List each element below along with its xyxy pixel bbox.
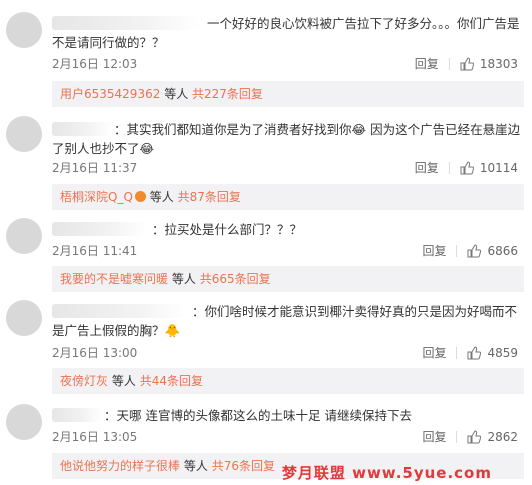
- reply-button[interactable]: 回复: [422, 242, 446, 259]
- like-button[interactable]: 10114: [460, 161, 518, 175]
- reply-user-link[interactable]: 我要的不是嘘寒问暖: [60, 272, 168, 286]
- reply-count-link[interactable]: 共87条回复: [178, 190, 241, 204]
- like-button[interactable]: 4859: [467, 346, 518, 360]
- reply-button[interactable]: 回复: [415, 159, 439, 176]
- reply-user-link[interactable]: 用户6535429362: [60, 87, 160, 101]
- reply-user-link[interactable]: 梧桐深院Q_Q: [60, 190, 133, 204]
- comment-time: 2月16日 12:03: [52, 57, 138, 71]
- comment-actions: 回复 18303: [415, 55, 518, 72]
- avatar[interactable]: [6, 218, 42, 254]
- comment-text: ：天哪 连官博的头像都这么的土味十足 请继续保持下去: [104, 408, 412, 423]
- like-button[interactable]: 2862: [467, 430, 518, 444]
- like-button[interactable]: 18303: [460, 57, 518, 71]
- reply-summary[interactable]: 用户6535429362 等人 共227条回复: [52, 81, 524, 107]
- fan-badge-icon: [134, 191, 146, 202]
- divider: [456, 244, 458, 257]
- thumbs-up-icon: [467, 345, 482, 359]
- comment-actions: 回复 10114: [415, 159, 518, 176]
- comment-actions: 回复 2862: [422, 428, 518, 445]
- avatar[interactable]: [6, 116, 42, 152]
- like-button[interactable]: 6866: [467, 244, 518, 258]
- reply-count-link[interactable]: 共76条回复: [212, 459, 275, 473]
- watermark: 梦月联盟 www.5yue.com: [281, 464, 492, 482]
- divider: [448, 161, 450, 174]
- comment-actions: 回复 4859: [422, 344, 518, 361]
- thumbs-up-icon: [460, 56, 474, 70]
- reply-button[interactable]: 回复: [422, 428, 446, 445]
- comment-time: 2月16日 13:05: [52, 430, 138, 444]
- comment-time: 2月16日 13:00: [52, 346, 138, 360]
- like-count: 6866: [487, 243, 518, 258]
- comment-actions: 回复 6866: [422, 242, 518, 259]
- reply-summary[interactable]: 我要的不是嘘寒问暖 等人 共665条回复: [52, 266, 524, 292]
- reply-mid-text: 等人: [171, 272, 196, 286]
- reply-mid-text: 等人: [183, 459, 208, 473]
- comment-text: ：拉买处是什么部门？？？: [152, 222, 303, 237]
- comment-text: 一个好好的良心饮料被广告拉下了好多分。。。你们广告是不是请同行做的？？: [52, 16, 520, 50]
- comment-item: ：其实我们都知道你是为了消费者好找到你😂 因为这个广告已经在悬崖边了别人也抄不了…: [0, 108, 532, 212]
- reply-mid-text: 等人: [111, 374, 136, 388]
- comment-time: 2月16日 11:37: [52, 161, 138, 175]
- reply-mid-text: 等人: [164, 87, 189, 101]
- divider: [456, 346, 458, 359]
- like-count: 4859: [487, 345, 518, 360]
- divider: [456, 430, 458, 443]
- comment-item: ：你们啥时候才能意识到椰汁卖得好真的只是因为好喝而不是广告上假假的胸？🐥 2月1…: [0, 296, 532, 396]
- reply-summary[interactable]: 梧桐深院Q_Q 等人 共87条回复: [52, 184, 524, 210]
- avatar[interactable]: [6, 404, 42, 440]
- comment-text: ：其实我们都知道你是为了消费者好找到你😂 因为这个广告已经在悬崖边了别人也抄不了…: [52, 122, 521, 156]
- reply-user-link[interactable]: 他说他努力的样子很棒: [60, 459, 180, 473]
- reply-count-link[interactable]: 共227条回复: [192, 87, 263, 101]
- avatar[interactable]: [6, 300, 42, 336]
- reply-count-link[interactable]: 共44条回复: [140, 374, 203, 388]
- reply-button[interactable]: 回复: [415, 55, 439, 72]
- reply-button[interactable]: 回复: [422, 344, 446, 361]
- reply-user-link[interactable]: 夜傍灯灰: [60, 374, 108, 388]
- like-count: 2862: [487, 429, 518, 444]
- like-count: 18303: [479, 56, 518, 71]
- comment-time: 2月16日 11:41: [52, 244, 138, 258]
- reply-summary[interactable]: 夜傍灯灰 等人 共44条回复: [52, 368, 524, 394]
- thumbs-up-icon: [460, 160, 474, 174]
- comment-item: ：拉买处是什么部门？？？ 2月16日 11:41 回复 6866 我要的不是嘘寒…: [0, 212, 532, 296]
- reply-count-link[interactable]: 共665条回复: [200, 272, 271, 286]
- thumbs-up-icon: [467, 243, 482, 257]
- like-count: 10114: [479, 160, 518, 175]
- reply-mid-text: 等人: [149, 190, 174, 204]
- comment-item: 一个好好的良心饮料被广告拉下了好多分。。。你们广告是不是请同行做的？？ 2月16…: [0, 0, 532, 108]
- comment-text: ：你们啥时候才能意识到椰汁卖得好真的只是因为好喝而不是广告上假假的胸？🐥: [52, 304, 518, 338]
- divider: [448, 57, 450, 70]
- thumbs-up-icon: [467, 429, 482, 443]
- avatar[interactable]: [6, 12, 42, 48]
